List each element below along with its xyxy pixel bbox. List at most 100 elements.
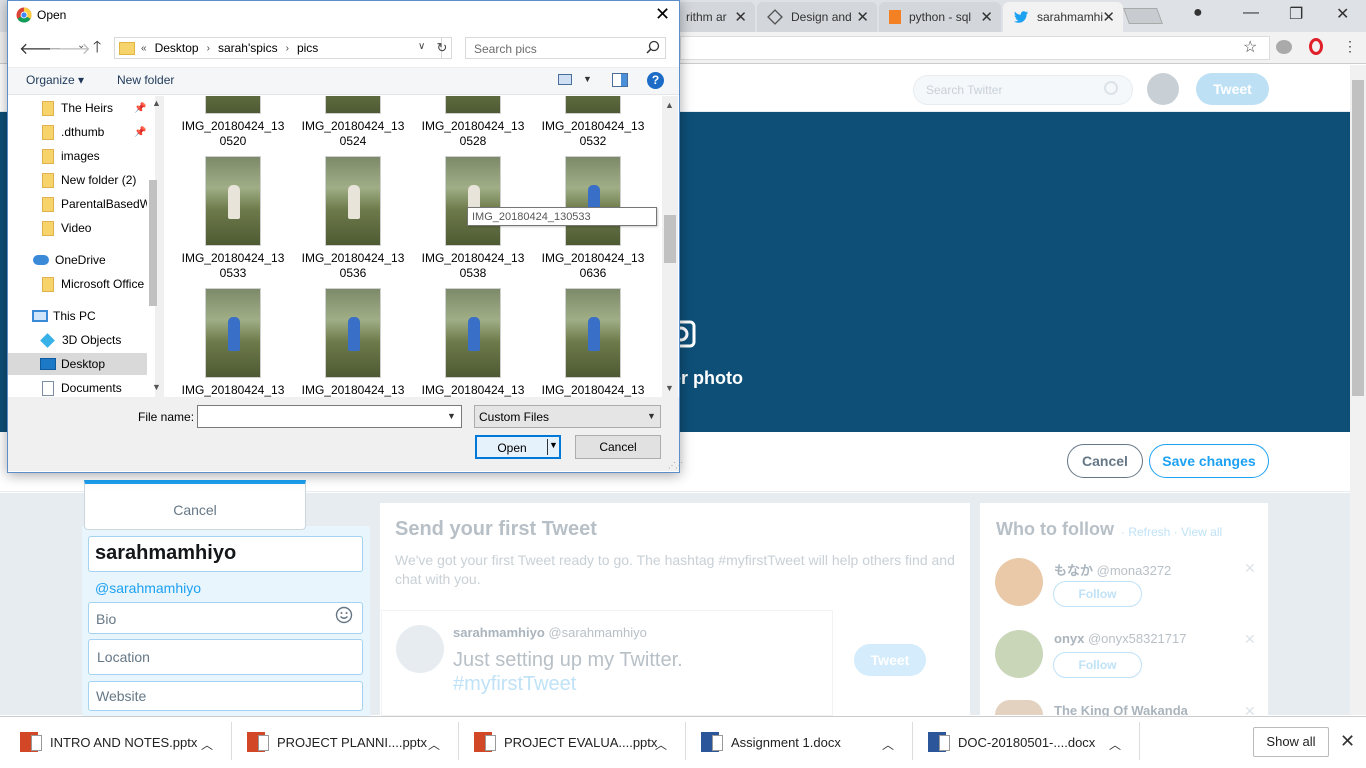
- image-thumbnail[interactable]: [445, 156, 501, 246]
- menu-icon[interactable]: ⋮: [1343, 38, 1357, 55]
- close-icon[interactable]: ✕: [1340, 731, 1355, 752]
- refresh-icon[interactable]: ↻: [433, 37, 452, 59]
- nav-item-3d-objects[interactable]: 3D Objects: [8, 329, 147, 351]
- breadcrumb-item[interactable]: pics: [297, 41, 318, 55]
- cancel-button[interactable]: Cancel: [1067, 444, 1143, 478]
- avatar[interactable]: [995, 630, 1043, 678]
- image-thumbnail[interactable]: [205, 96, 261, 114]
- file-name-label[interactable]: IMG_20180424_13 0636: [538, 251, 648, 281]
- file-name-label[interactable]: IMG_20180424_13: [418, 383, 528, 397]
- breadcrumb-separator-icon[interactable]: ›: [286, 43, 289, 54]
- file-name-label[interactable]: IMG_20180424_13: [178, 383, 288, 397]
- dialog-titlebar[interactable]: [8, 1, 679, 32]
- file-name-label[interactable]: IMG_20180424_13 0520: [178, 119, 288, 149]
- close-window-icon[interactable]: ✕: [1336, 4, 1349, 24]
- bio-field[interactable]: Bio: [88, 602, 363, 634]
- save-changes-button[interactable]: Save changes: [1149, 444, 1269, 478]
- close-icon[interactable]: ✕: [655, 4, 670, 25]
- up-arrow-icon[interactable]: 🡑: [93, 36, 101, 63]
- dismiss-icon[interactable]: ✕: [1244, 560, 1256, 577]
- download-item[interactable]: INTRO AND NOTES.pptx: [20, 716, 197, 768]
- breadcrumb-item[interactable]: Desktop: [155, 41, 199, 55]
- download-item[interactable]: DOC-20180501-....docx: [928, 716, 1095, 768]
- file-name-label[interactable]: IMG_20180424_13: [298, 383, 408, 397]
- resize-grip-icon[interactable]: ⋰⋰: [668, 461, 683, 470]
- open-button[interactable]: Open ▼: [475, 435, 561, 459]
- image-thumbnail[interactable]: [445, 288, 501, 378]
- file-name-label[interactable]: IMG_20180424_13: [538, 383, 648, 397]
- chevron-down-icon[interactable]: ▼: [447, 411, 456, 421]
- file-name-label[interactable]: IMG_20180424_13 0524: [298, 119, 408, 149]
- download-item[interactable]: Assignment 1.docx: [701, 716, 841, 768]
- image-thumbnail[interactable]: [325, 156, 381, 246]
- image-thumbnail[interactable]: [205, 156, 261, 246]
- tweet-button[interactable]: Tweet: [1196, 73, 1269, 105]
- suggested-user[interactable]: もなか @mona3272: [1054, 560, 1171, 579]
- page-scrollbar-thumb[interactable]: [1352, 80, 1364, 396]
- name-field[interactable]: sarahmamhiyo: [88, 536, 363, 572]
- chevron-down-icon[interactable]: ∨: [418, 41, 425, 52]
- close-icon[interactable]: ✕: [1102, 8, 1115, 26]
- chevron-up-icon[interactable]: ▲: [152, 98, 161, 108]
- image-thumbnail[interactable]: [565, 156, 621, 246]
- file-type-select[interactable]: Custom Files: [474, 405, 661, 428]
- nav-item-onedrive[interactable]: OneDrive: [8, 249, 147, 271]
- browser-tab[interactable]: python - sql ✕: [879, 2, 1001, 32]
- nav-item-the-heirs[interactable]: The Heirs 📌: [8, 97, 147, 119]
- chevron-up-icon[interactable]: ︿: [1109, 736, 1121, 753]
- breadcrumb-separator-icon[interactable]: ›: [207, 43, 210, 54]
- follow-button[interactable]: Follow: [1053, 652, 1142, 678]
- overflow-chevron[interactable]: «: [141, 43, 147, 54]
- avatar[interactable]: [995, 558, 1043, 606]
- preview-pane-icon[interactable]: [612, 73, 628, 87]
- new-folder-button[interactable]: New folder: [117, 73, 174, 87]
- suggested-user[interactable]: onyx @onyx58321717: [1054, 631, 1186, 646]
- nav-item-desktop[interactable]: Desktop: [8, 353, 147, 375]
- image-thumbnail[interactable]: [565, 288, 621, 378]
- nav-scrollbar-thumb[interactable]: [149, 180, 157, 306]
- image-thumbnail[interactable]: [325, 288, 381, 378]
- emoji-icon[interactable]: [335, 606, 353, 624]
- dialog-search-input[interactable]: Search pics: [465, 37, 666, 59]
- change-view-icon[interactable]: [558, 74, 572, 85]
- nav-item-dthumb[interactable]: .dthumb 📌: [8, 121, 147, 143]
- close-icon[interactable]: ✕: [980, 8, 993, 26]
- file-name-label[interactable]: IMG_20180424_13 0532: [538, 119, 648, 149]
- file-name-label[interactable]: IMG_20180424_13 0533: [178, 251, 288, 281]
- chevron-down-icon[interactable]: ▼: [549, 440, 558, 450]
- breadcrumb-item[interactable]: sarah'spics: [218, 41, 278, 55]
- organize-menu[interactable]: Organize ▾: [26, 73, 84, 87]
- browser-tab[interactable]: Design and ✕: [757, 2, 877, 32]
- chevron-down-icon[interactable]: ▼: [647, 411, 656, 421]
- close-icon[interactable]: ✕: [856, 8, 869, 26]
- nav-item-this-pc[interactable]: This PC: [8, 305, 147, 327]
- bookmark-star-icon[interactable]: ☆: [1243, 37, 1257, 57]
- chevron-down-icon[interactable]: ▼: [665, 383, 674, 393]
- account-icon[interactable]: ●: [1193, 4, 1203, 22]
- follow-button[interactable]: Follow: [1053, 581, 1142, 607]
- nav-item-parentalbasedw[interactable]: ParentalBasedW: [8, 193, 147, 215]
- chevron-down-icon[interactable]: ⌄: [77, 40, 85, 51]
- chevron-down-icon[interactable]: ▼: [583, 74, 592, 84]
- nav-item-new-folder-2[interactable]: New folder (2): [8, 169, 147, 191]
- minimize-icon[interactable]: —: [1243, 4, 1259, 22]
- tweet-hashtag[interactable]: #myfirstTweet: [453, 673, 576, 696]
- chevron-up-icon[interactable]: ▲: [665, 100, 674, 110]
- nav-item-video[interactable]: Video: [8, 217, 147, 239]
- chevron-up-icon[interactable]: ︿: [882, 736, 894, 753]
- download-item[interactable]: PROJECT EVALUA....pptx: [474, 716, 657, 768]
- address-bar[interactable]: [680, 36, 1270, 60]
- browser-tab-active[interactable]: sarahmamhi ✕: [1003, 2, 1123, 32]
- nav-item-microsoft-office[interactable]: Microsoft Office: [8, 273, 147, 295]
- chevron-up-icon[interactable]: ︿: [201, 736, 213, 753]
- nav-item-documents[interactable]: Documents: [8, 377, 147, 397]
- restore-icon[interactable]: ❐: [1289, 4, 1303, 24]
- file-list-scrollbar-thumb[interactable]: [664, 215, 676, 263]
- dialog-address-bar[interactable]: « Desktop › sarah'spics › pics: [114, 37, 442, 59]
- nav-item-images[interactable]: images: [8, 145, 147, 167]
- close-icon[interactable]: ✕: [734, 8, 747, 26]
- image-thumbnail[interactable]: [205, 288, 261, 378]
- opera-icon[interactable]: [1309, 38, 1323, 55]
- image-thumbnail[interactable]: [445, 96, 501, 114]
- file-name-label[interactable]: IMG_20180424_13 0528: [418, 119, 528, 149]
